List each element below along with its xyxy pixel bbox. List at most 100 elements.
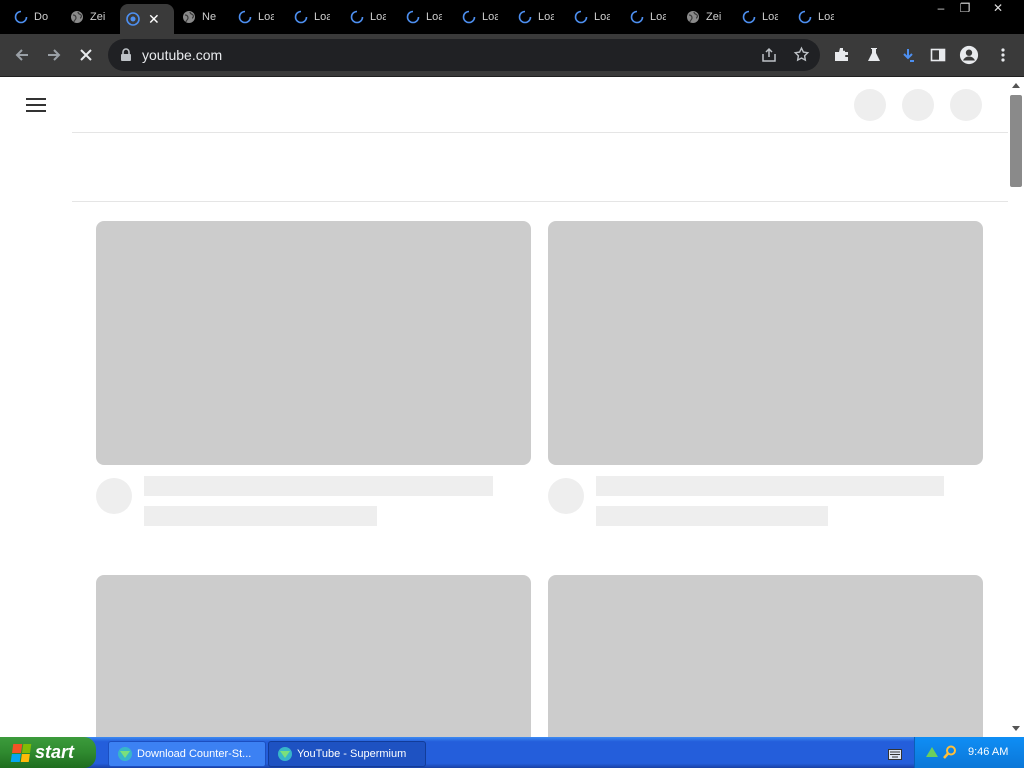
video-thumbnail-placeholder (96, 221, 531, 465)
tab[interactable]: Loa (630, 4, 670, 30)
tab[interactable]: Loa (574, 4, 614, 30)
download-icon[interactable] (898, 45, 918, 65)
share-icon[interactable] (761, 47, 777, 68)
side-panel-icon[interactable] (928, 45, 948, 65)
back-arrow-icon[interactable] (12, 45, 32, 65)
tab-label: Loa (594, 11, 610, 23)
tab-close-icon[interactable]: ✕ (148, 12, 160, 26)
tab[interactable]: Loa (238, 4, 278, 30)
loading-spinner-icon (574, 10, 588, 24)
supermium-app-icon (278, 747, 292, 761)
tab-label: Loa (650, 11, 666, 23)
tab[interactable]: Loa (742, 4, 782, 30)
tab-label: Ne (202, 11, 217, 23)
chromium-icon (126, 12, 140, 26)
taskbar-item-label: YouTube - Supermium (297, 748, 407, 760)
start-label: start (35, 742, 75, 762)
system-tray: 9:46 AM (914, 737, 1024, 768)
scroll-up-arrow-icon[interactable] (1012, 83, 1020, 88)
youtube-page (0, 77, 1008, 737)
loading-spinner-icon (742, 10, 756, 24)
search-icon[interactable] (943, 745, 957, 762)
loading-spinner-icon (350, 10, 364, 24)
title-placeholder (596, 476, 944, 496)
clock[interactable]: 9:46 AM (968, 746, 1008, 758)
loading-spinner-icon (462, 10, 476, 24)
tab[interactable]: Do (14, 4, 54, 30)
globe-icon (71, 11, 83, 23)
globe-icon (183, 11, 195, 23)
taskbar-item-label: Download Counter-St... (137, 748, 252, 760)
scroll-down-arrow-icon[interactable] (1012, 726, 1020, 731)
tab[interactable]: Loa (798, 4, 838, 30)
scrollbar-thumb[interactable] (1010, 95, 1022, 187)
channel-avatar-placeholder (548, 478, 584, 514)
tab-label: Zei (706, 11, 722, 23)
extensions-icon[interactable] (832, 45, 852, 65)
address-bar[interactable]: youtube.com (108, 39, 820, 71)
tab-label: Loa (762, 11, 778, 23)
labs-flask-icon[interactable] (864, 45, 884, 65)
video-thumbnail-placeholder (548, 221, 983, 465)
taskbar-item-download[interactable]: Download Counter-St... (108, 741, 266, 767)
tab-label: Loa (482, 11, 498, 23)
title-placeholder (144, 476, 493, 496)
tab-label: Loa (818, 11, 834, 23)
lock-icon[interactable] (120, 48, 132, 67)
supermium-app-icon (118, 747, 132, 761)
more-menu-icon[interactable] (993, 45, 1013, 65)
tab-label: Loa (258, 11, 274, 23)
tab[interactable]: Loa (406, 4, 446, 30)
browser-toolbar: youtube.com (0, 34, 1024, 77)
tab[interactable]: Zei (686, 4, 726, 30)
hamburger-menu-icon[interactable] (26, 98, 46, 112)
url-text[interactable]: youtube.com (142, 47, 222, 63)
windows-flag-icon (10, 743, 32, 762)
keyboard-icon[interactable] (888, 747, 902, 765)
stop-loading-icon[interactable] (76, 45, 96, 65)
loading-spinner-icon (14, 10, 28, 24)
tab-label: Loa (370, 11, 386, 23)
video-thumbnail-placeholder (548, 575, 983, 737)
loading-spinner-icon (798, 10, 812, 24)
loading-spinner-icon (406, 10, 420, 24)
meta-placeholder (144, 506, 377, 526)
tab-label: Loa (538, 11, 554, 23)
tab-strip: Do Zei ✕ Ne Loa Loa Loa Loa Loa Loa Loa Loa Zei Loa Lo… (0, 0, 1024, 34)
tab-label: Zei (90, 11, 106, 23)
channel-avatar-placeholder (96, 478, 132, 514)
loading-spinner-icon (238, 10, 252, 24)
tab[interactable]: Loa (518, 4, 558, 30)
header-placeholder-circle (854, 89, 886, 121)
close-window-button[interactable]: ✕ (978, 0, 1018, 16)
globe-icon (687, 11, 699, 23)
tab-label: Loa (314, 11, 330, 23)
tab[interactable]: Ne (182, 4, 222, 30)
window-controls: – ❐ ✕ (930, 0, 1020, 18)
meta-placeholder (596, 506, 828, 526)
restore-button[interactable]: ❐ (954, 0, 976, 16)
divider (72, 132, 1008, 133)
start-button[interactable]: start (0, 737, 96, 768)
video-thumbnail-placeholder (96, 575, 531, 737)
tab[interactable]: Zei (70, 4, 110, 30)
tab-label: Loa (426, 11, 442, 23)
loading-spinner-icon (294, 10, 308, 24)
profile-icon[interactable] (959, 45, 979, 65)
tab[interactable]: ✕ (120, 4, 174, 34)
tab[interactable]: Loa (350, 4, 390, 30)
vertical-scrollbar[interactable] (1008, 77, 1024, 737)
network-icon[interactable] (925, 745, 939, 762)
minimize-button[interactable]: – (930, 0, 952, 16)
tab[interactable]: Loa (294, 4, 334, 30)
header-placeholder-circle (902, 89, 934, 121)
taskbar: start Download Counter-St... YouTube - S… (0, 737, 1024, 768)
taskbar-item-youtube[interactable]: YouTube - Supermium (268, 741, 426, 767)
tab[interactable]: Loa (462, 4, 502, 30)
loading-spinner-icon (518, 10, 532, 24)
forward-arrow-icon[interactable] (44, 45, 64, 65)
divider (72, 201, 1008, 202)
tab-label: Do (34, 11, 49, 23)
loading-spinner-icon (630, 10, 644, 24)
star-icon[interactable] (793, 46, 810, 68)
